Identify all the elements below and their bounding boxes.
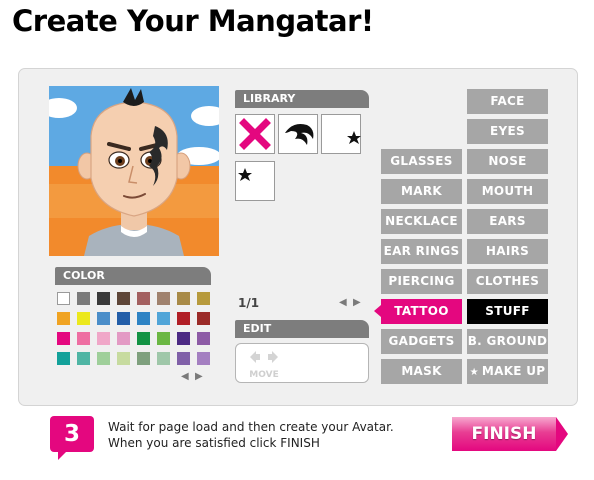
- color-swatch[interactable]: [197, 312, 210, 325]
- finish-arrow-icon: [556, 417, 568, 451]
- instructions-line-2: When you are satisfied click FINISH: [108, 436, 320, 450]
- category-ear-rings[interactable]: EAR RINGS: [381, 239, 462, 264]
- color-swatch[interactable]: [157, 352, 170, 365]
- finish-button[interactable]: FINISH: [452, 417, 568, 451]
- color-swatch[interactable]: [197, 332, 210, 345]
- edit-controls: MOVE: [235, 343, 369, 383]
- color-swatch[interactable]: [177, 312, 190, 325]
- color-swatch[interactable]: [137, 292, 150, 305]
- color-swatch[interactable]: [117, 352, 130, 365]
- category-face[interactable]: FACE: [467, 89, 548, 114]
- category-clothes[interactable]: CLOTHES: [467, 269, 548, 294]
- color-swatch[interactable]: [137, 352, 150, 365]
- category-glasses[interactable]: GLASSES: [381, 149, 462, 174]
- category-ears[interactable]: EARS: [467, 209, 548, 234]
- color-swatch[interactable]: [197, 352, 210, 365]
- library-header: LIBRARY: [235, 90, 369, 108]
- color-swatch[interactable]: [177, 332, 190, 345]
- color-swatch[interactable]: [157, 312, 170, 325]
- category-make-up[interactable]: ★ MAKE UP: [467, 359, 548, 384]
- library-item-star-small-tattoo[interactable]: [235, 161, 275, 201]
- library-page-indicator: 1/1: [238, 296, 260, 310]
- category-nose[interactable]: NOSE: [467, 149, 548, 174]
- star-tattoo-icon: [347, 131, 361, 144]
- category-mouth[interactable]: MOUTH: [467, 179, 548, 204]
- category-gadgets[interactable]: GADGETS: [381, 329, 462, 354]
- category-background[interactable]: B. GROUND: [467, 329, 548, 354]
- avatar-editor-panel: LIBRARY 1/1 ◀ ▶ EDIT MOVE COLOR ◀ ▶ GLAS…: [18, 68, 578, 406]
- color-next-arrow-icon[interactable]: ▶: [195, 371, 203, 382]
- star-small-tattoo-icon: [238, 168, 252, 181]
- color-swatch[interactable]: [137, 312, 150, 325]
- library-item-star-tattoo[interactable]: [321, 114, 361, 154]
- category-mark[interactable]: MARK: [381, 179, 462, 204]
- color-swatch[interactable]: [77, 352, 90, 365]
- tattoo-pointer-icon: [374, 305, 381, 317]
- page-title: Create Your Mangatar!: [12, 4, 374, 38]
- color-swatch[interactable]: [117, 292, 130, 305]
- finish-button-label: FINISH: [471, 424, 537, 444]
- color-swatch[interactable]: [157, 332, 170, 345]
- category-eyes[interactable]: EYES: [467, 119, 548, 144]
- library-item-tribal-tattoo[interactable]: [278, 114, 318, 154]
- category-stuff[interactable]: STUFF: [467, 299, 548, 324]
- category-hairs[interactable]: HAIRS: [467, 239, 548, 264]
- instructions-text: Wait for page load and then create your …: [108, 419, 394, 451]
- category-necklace[interactable]: NECKLACE: [381, 209, 462, 234]
- color-swatch[interactable]: [97, 292, 110, 305]
- step-badge-tail: [58, 450, 68, 460]
- color-swatch[interactable]: [117, 332, 130, 345]
- library-next-arrow-icon[interactable]: ▶: [353, 297, 361, 308]
- color-swatch[interactable]: [97, 352, 110, 365]
- color-swatch[interactable]: [57, 312, 70, 325]
- color-swatch[interactable]: [197, 292, 210, 305]
- color-swatch[interactable]: [77, 332, 90, 345]
- category-mask[interactable]: MASK: [381, 359, 462, 384]
- color-swatch[interactable]: [177, 292, 190, 305]
- move-button[interactable]: MOVE: [244, 349, 284, 380]
- color-swatch[interactable]: [57, 292, 70, 305]
- tribal-tattoo-icon: [285, 124, 314, 145]
- color-swatch[interactable]: [77, 312, 90, 325]
- edit-header: EDIT: [235, 320, 369, 338]
- category-piercing[interactable]: PIERCING: [381, 269, 462, 294]
- color-swatch[interactable]: [117, 312, 130, 325]
- color-swatch[interactable]: [97, 332, 110, 345]
- library-prev-arrow-icon[interactable]: ◀: [339, 297, 347, 308]
- category-make-up-label: MAKE UP: [481, 364, 546, 378]
- color-swatch[interactable]: [57, 352, 70, 365]
- color-swatch[interactable]: [97, 312, 110, 325]
- remove-x-icon: [237, 116, 273, 152]
- avatar-illustration: [49, 86, 219, 256]
- color-prev-arrow-icon[interactable]: ◀: [181, 371, 189, 382]
- category-tattoo[interactable]: TATTOO: [381, 299, 462, 324]
- move-arrows-icon: [250, 351, 278, 363]
- move-label: MOVE: [249, 370, 279, 380]
- instructions-line-1: Wait for page load and then create your …: [108, 420, 394, 434]
- color-swatch[interactable]: [137, 332, 150, 345]
- color-swatch[interactable]: [57, 332, 70, 345]
- star-icon: ★: [469, 367, 479, 378]
- color-swatch[interactable]: [77, 292, 90, 305]
- library-item-remove[interactable]: [235, 114, 275, 154]
- step-number-badge: 3: [50, 416, 94, 452]
- color-swatch[interactable]: [177, 352, 190, 365]
- color-header: COLOR: [55, 267, 211, 285]
- avatar-preview: [49, 86, 219, 256]
- color-swatch[interactable]: [157, 292, 170, 305]
